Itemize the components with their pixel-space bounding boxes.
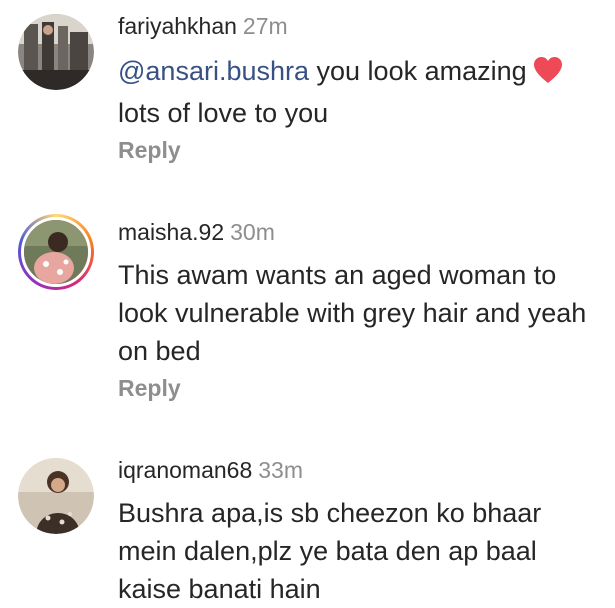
comment-text-line: This awam wants an aged woman to	[118, 260, 557, 290]
reply-button[interactable]: Reply	[118, 374, 181, 402]
avatar[interactable]	[18, 14, 94, 90]
comment-text-segment: you look amazing	[309, 56, 527, 86]
timestamp: 27m	[242, 13, 288, 39]
comment-item: iqranoman68 33m Bushra apa,is sb cheezon …	[0, 430, 615, 605]
username-link[interactable]: fariyahkhan	[118, 13, 237, 39]
avatar-image	[21, 217, 91, 287]
comment-text-line: mein dalen,plz ye bata den ap baal	[118, 536, 537, 566]
avatar-image	[18, 458, 94, 534]
reply-button[interactable]: Reply	[118, 136, 181, 164]
comment-text: Bushra apa,is sb cheezon ko bhaar mein d…	[118, 494, 608, 608]
comment-meta: fariyahkhan 27m	[118, 12, 288, 40]
timestamp: 33m	[258, 457, 304, 483]
username-link[interactable]: iqranoman68	[118, 457, 252, 483]
avatar[interactable]	[18, 458, 94, 534]
comment-meta: iqranoman68 33m	[118, 456, 303, 484]
mention-link[interactable]: @ansari.bushra	[118, 56, 309, 86]
comment-text-line: lots of love to you	[118, 98, 329, 128]
comment-text-line: look vulnerable with grey hair and yeah	[118, 298, 587, 328]
avatar-image	[18, 14, 94, 90]
comment-text-line: kaise banati hain	[118, 574, 321, 604]
avatar[interactable]	[18, 214, 94, 290]
comment-text-line: on bed	[118, 336, 201, 366]
timestamp: 30m	[230, 219, 275, 245]
comment-item: maisha.92 30m This awam wants an aged wom…	[0, 190, 615, 430]
comment-text: This awam wants an aged woman to look vu…	[118, 256, 608, 370]
comment-meta: maisha.92 30m	[118, 218, 275, 246]
comment-item: fariyahkhan 27m @ansari.bushra you look a…	[0, 0, 615, 190]
comment-text: @ansari.bushra you look amazing lots of …	[118, 52, 608, 132]
comment-text-line: Bushra apa,is sb cheezon ko bhaar	[118, 498, 542, 528]
heart-emoji-icon	[533, 56, 563, 94]
username-link[interactable]: maisha.92	[118, 219, 224, 245]
